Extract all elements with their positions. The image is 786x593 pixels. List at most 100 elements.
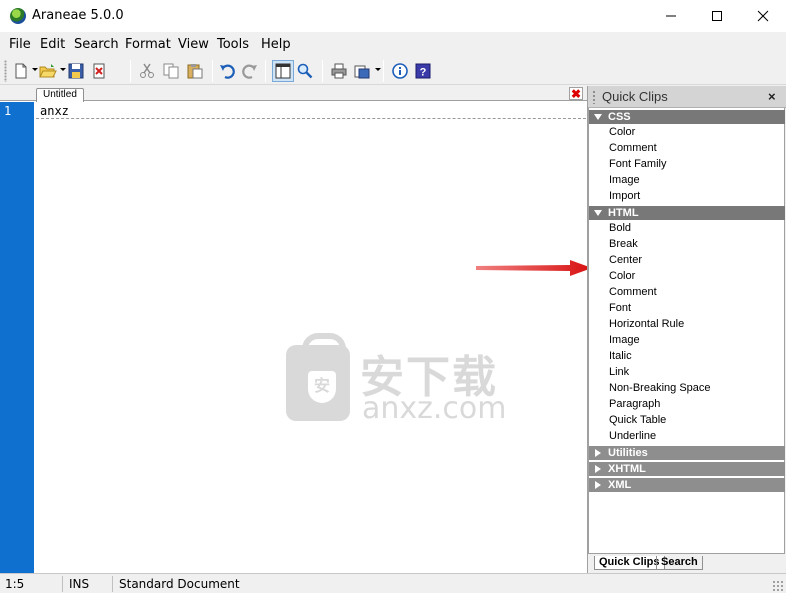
clip-item[interactable]: Break — [609, 237, 638, 251]
toolbar-separator — [383, 60, 384, 82]
info-icon — [392, 63, 408, 79]
close-icon — [757, 10, 769, 22]
clip-item[interactable]: Non-Breaking Space — [609, 381, 711, 395]
collapse-arrow-icon — [595, 449, 601, 457]
window-title: Araneae 5.0.0 — [32, 8, 124, 23]
clip-item[interactable]: Paragraph — [609, 397, 660, 411]
help-button[interactable]: ? — [412, 60, 434, 82]
clip-item[interactable]: Underline — [609, 429, 656, 443]
expand-arrow-icon — [594, 210, 602, 216]
preview-dropdown-icon[interactable] — [375, 68, 381, 71]
close-window-button[interactable] — [740, 0, 786, 32]
clip-item[interactable]: Horizontal Rule — [609, 317, 684, 331]
insert-mode: INS — [69, 577, 90, 591]
menu-bar: File Edit Search Format View Tools Help — [0, 33, 786, 55]
menu-format[interactable]: Format — [125, 37, 171, 52]
toolbar-separator — [265, 60, 266, 82]
tab-quick-clips[interactable]: Quick Clips — [594, 556, 665, 570]
copy-button[interactable] — [160, 60, 182, 82]
toggle-panel-button[interactable] — [272, 60, 294, 82]
undo-icon — [220, 64, 235, 79]
line-number-gutter: 1 — [0, 102, 34, 573]
category-html[interactable]: HTML — [589, 206, 785, 220]
save-icon — [68, 63, 84, 79]
clip-item[interactable]: Import — [609, 189, 640, 203]
resize-grip[interactable] — [772, 580, 784, 592]
save-button[interactable] — [65, 60, 87, 82]
paste-icon — [187, 64, 203, 79]
new-document-icon — [15, 63, 27, 79]
category-xml[interactable]: XML — [589, 478, 785, 492]
category-css[interactable]: CSS — [589, 110, 785, 124]
paste-button[interactable] — [184, 60, 206, 82]
tab-search[interactable]: Search — [656, 556, 703, 570]
print-icon — [331, 63, 347, 79]
collapse-arrow-icon — [595, 481, 601, 489]
minimize-button[interactable] — [648, 0, 694, 32]
editor-area[interactable]: Untitled ✖ 1 anxz 安 安下载 anxz.com — [0, 86, 587, 573]
maximize-button[interactable] — [694, 0, 740, 32]
clip-item[interactable]: Quick Table — [609, 413, 666, 427]
menu-tools[interactable]: Tools — [217, 37, 249, 52]
undo-button[interactable] — [216, 60, 238, 82]
close-document-button[interactable] — [88, 60, 110, 82]
panel-grip[interactable] — [592, 90, 596, 104]
category-xhtml[interactable]: XHTML — [589, 462, 785, 476]
clip-item[interactable]: Image — [609, 173, 640, 187]
panel-title: Quick Clips — [602, 89, 668, 104]
code-text[interactable]: anxz — [40, 104, 69, 118]
menu-search[interactable]: Search — [74, 37, 119, 52]
redo-button[interactable] — [239, 60, 261, 82]
category-utilities[interactable]: Utilities — [589, 446, 785, 460]
preview-button[interactable] — [351, 60, 373, 82]
status-divider — [112, 576, 113, 592]
clip-item[interactable]: Color — [609, 269, 635, 283]
clip-item[interactable]: Bold — [609, 221, 631, 235]
app-icon — [10, 8, 26, 24]
clip-item[interactable]: Font — [609, 301, 631, 315]
menu-edit[interactable]: Edit — [40, 37, 65, 52]
help-icon: ? — [415, 63, 431, 79]
title-bar: Araneae 5.0.0 — [0, 0, 786, 32]
maximize-icon — [712, 11, 722, 21]
watermark-en-text: anxz.com — [362, 391, 507, 426]
layout-panel-icon — [275, 63, 291, 79]
open-button[interactable] — [37, 60, 59, 82]
clips-tree: CSS Color Comment Font Family Image Impo… — [588, 108, 785, 554]
red-arrow-icon — [476, 260, 592, 276]
clip-item[interactable]: Font Family — [609, 157, 666, 171]
find-button[interactable] — [294, 60, 316, 82]
toolbar-grip[interactable] — [4, 60, 7, 82]
clip-item[interactable]: Comment — [609, 141, 657, 155]
menu-file[interactable]: File — [9, 37, 31, 52]
shopping-bag-icon: 安 — [286, 333, 350, 421]
clip-item[interactable]: Center — [609, 253, 642, 267]
document-type: Standard Document — [119, 577, 240, 591]
cut-button[interactable] — [136, 60, 158, 82]
minimize-icon — [666, 15, 676, 17]
clip-item[interactable]: Comment — [609, 285, 657, 299]
clip-item[interactable]: Italic — [609, 349, 632, 363]
cut-icon — [140, 63, 154, 78]
close-tab-button[interactable]: ✖ — [569, 87, 583, 100]
copy-icon — [163, 63, 179, 79]
clip-item[interactable]: Color — [609, 125, 635, 139]
watermark-logo: 安 安下载 anxz.com — [282, 333, 507, 426]
about-button[interactable] — [389, 60, 411, 82]
toolbar: ? — [0, 57, 786, 85]
open-folder-icon — [39, 64, 57, 78]
print-button[interactable] — [328, 60, 350, 82]
tab-untitled[interactable]: Untitled — [36, 88, 84, 102]
toolbar-separator — [212, 60, 213, 82]
panel-header: Quick Clips × — [588, 86, 786, 108]
clip-item[interactable]: Link — [609, 365, 629, 379]
document-tab-strip: Untitled ✖ — [0, 86, 587, 102]
new-document-button[interactable] — [10, 60, 32, 82]
toolbar-separator — [130, 60, 131, 82]
status-divider — [62, 576, 63, 592]
clip-item[interactable]: Image — [609, 333, 640, 347]
menu-help[interactable]: Help — [261, 37, 291, 52]
panel-close-button[interactable]: × — [768, 89, 776, 104]
menu-view[interactable]: View — [178, 37, 209, 52]
toolbar-separator — [322, 60, 323, 82]
